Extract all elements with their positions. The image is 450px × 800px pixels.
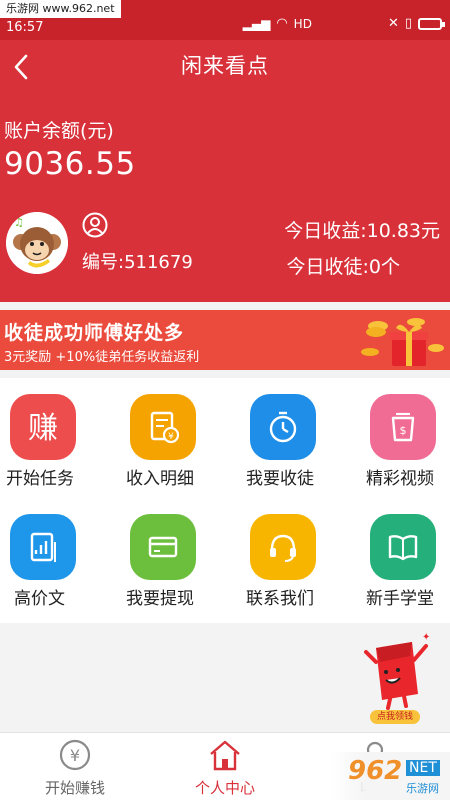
- grid-item-premium-articles[interactable]: 高价文: [0, 498, 112, 618]
- tab-label: 开始赚钱: [44, 779, 105, 797]
- video-cup-icon: $: [370, 394, 436, 460]
- grid-item-label: 新手学堂: [366, 589, 434, 609]
- mute-icon: ✕: [387, 16, 399, 31]
- user-profile-icon: [82, 212, 108, 238]
- page-title: 闲来看点: [181, 54, 269, 78]
- svg-text:$: $: [400, 424, 407, 437]
- gift-box-icon: [361, 318, 444, 366]
- svg-text:赚: 赚: [28, 411, 58, 446]
- avatar[interactable]: ♫: [6, 212, 68, 274]
- headset-icon: [250, 514, 316, 580]
- red-envelope-button[interactable]: ✦ 点我领钱: [360, 632, 432, 727]
- home-icon: [210, 740, 240, 771]
- chart-doc-icon: [10, 514, 76, 580]
- card-icon: [130, 514, 196, 580]
- grid-item-start-task[interactable]: 赚 开始任务: [0, 378, 112, 498]
- tab-personal-center[interactable]: 个人中心: [150, 733, 300, 800]
- account-header: 闲来看点 账户余额(元) 9036.55 ♫ 编号:511679 今日收益:10…: [0, 40, 450, 302]
- today-invite: 今日收徒:0个: [286, 256, 401, 278]
- yen-coin-icon: ¥: [59, 739, 91, 771]
- grid-item-label: 收入明细: [126, 469, 194, 489]
- watermark-number: 962: [348, 756, 403, 786]
- red-envelope-label: 点我领钱: [370, 710, 420, 724]
- wifi-icon: ◠: [276, 16, 288, 31]
- status-time: 16:57: [6, 20, 44, 35]
- balance-value: 9036.55: [4, 146, 136, 182]
- svg-text:✦: ✦: [422, 632, 430, 643]
- ledger-icon: ¥: [130, 394, 196, 460]
- grid-item-newbie-school[interactable]: 新手学堂: [360, 498, 450, 618]
- book-icon: [370, 514, 436, 580]
- grid-item-invite[interactable]: 我要收徒: [240, 378, 352, 498]
- feature-grid: 赚 开始任务 ¥ 收入明细 我要收徒 $ 精彩视频 高价文 我要提现 联系我们 …: [0, 378, 450, 623]
- grid-item-label: 我要提现: [126, 589, 194, 609]
- monkey-avatar-icon: ♫: [6, 212, 68, 274]
- network-label: HD: [293, 16, 312, 31]
- zhuan-icon: 赚: [10, 394, 76, 460]
- today-income: 今日收益:10.83元: [284, 220, 440, 242]
- grid-item-label: 精彩视频: [366, 469, 434, 489]
- grid-item-label: 高价文: [14, 589, 65, 609]
- grid-item-income-detail[interactable]: ¥ 收入明细: [120, 378, 232, 498]
- battery-icon: [418, 17, 445, 30]
- svg-text:¥: ¥: [70, 746, 80, 765]
- status-bar: 乐游网 www.962.net 16:57 ▂▄▆ ◠ HD ✕ ▯: [0, 0, 450, 40]
- signal-icon: ▂▄▆: [242, 16, 271, 31]
- tab-label: 个人中心: [194, 779, 255, 797]
- status-icons: ▂▄▆ ◠ HD ✕ ▯: [242, 16, 445, 31]
- grid-item-label: 我要收徒: [246, 469, 314, 489]
- user-id: 编号:511679: [82, 252, 193, 273]
- tab-start-earning[interactable]: ¥ 开始赚钱: [0, 733, 150, 800]
- grid-item-label: 开始任务: [6, 469, 74, 489]
- grid-item-contact[interactable]: 联系我们: [240, 498, 352, 618]
- banner-title: 收徒成功师傅好处多: [4, 322, 185, 344]
- vibrate-icon: ▯: [404, 16, 412, 31]
- invite-banner[interactable]: 收徒成功师傅好处多 3元奖励 +10%徒弟任务收益返利: [0, 310, 450, 370]
- banner-subtitle: 3元奖励 +10%徒弟任务收益返利: [4, 350, 200, 365]
- grid-item-withdraw[interactable]: 我要提现: [120, 498, 232, 618]
- svg-text:¥: ¥: [168, 432, 174, 442]
- watermark-sub: 乐游网: [406, 782, 439, 795]
- watermark-logo: 962 NET 乐游网: [330, 752, 450, 800]
- svg-text:♫: ♫: [14, 216, 24, 229]
- grid-item-label: 联系我们: [246, 589, 314, 609]
- watermark-net: NET: [406, 760, 440, 776]
- red-envelope-icon: ✦: [364, 632, 430, 710]
- balance-label: 账户余额(元): [4, 120, 114, 142]
- watermark: 乐游网 www.962.net: [0, 0, 121, 18]
- grid-item-videos[interactable]: $ 精彩视频: [360, 378, 450, 498]
- stopwatch-icon: [250, 394, 316, 460]
